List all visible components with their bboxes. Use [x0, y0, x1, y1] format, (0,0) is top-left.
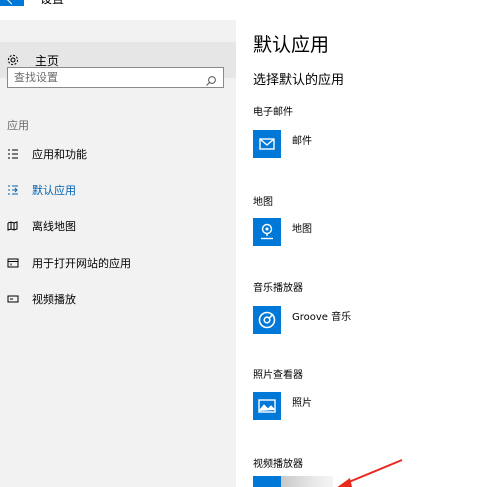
group-label-email: 电子邮件 — [253, 107, 293, 118]
sidebar-item-label: 用于打开网站的应用 — [32, 257, 131, 270]
sidebar-item-label: 视频播放 — [32, 293, 76, 306]
default-video-app[interactable] — [253, 476, 333, 487]
default-music-app[interactable]: Groove 音乐 — [253, 306, 351, 334]
groove-music-icon — [253, 306, 281, 334]
gear-icon — [7, 54, 19, 66]
app-name: 地图 — [292, 224, 312, 235]
annotation-arrow — [337, 459, 403, 487]
sidebar-item-label: 应用和功能 — [32, 148, 87, 161]
map-pin-icon — [253, 218, 281, 246]
title-bar: 设置 — [0, 0, 500, 6]
group-label-photo-viewer: 照片查看器 — [253, 370, 303, 381]
video-icon — [7, 293, 19, 305]
default-maps-app[interactable]: 地图 — [253, 218, 312, 246]
offline-map-icon — [7, 220, 19, 232]
mail-icon — [253, 130, 281, 158]
sidebar-item-apps-features[interactable]: 应用和功能 — [0, 140, 236, 168]
default-apps-icon — [7, 184, 19, 196]
web-apps-icon — [7, 257, 19, 269]
app-name: 邮件 — [292, 136, 312, 147]
group-label-maps: 地图 — [253, 197, 273, 208]
window-title: 设置 — [40, 0, 64, 7]
back-button[interactable] — [0, 0, 24, 6]
sidebar-item-video-playback[interactable]: 视频播放 — [0, 285, 236, 313]
home-label: 主页 — [35, 53, 60, 68]
search-box[interactable] — [7, 67, 224, 88]
app-name: Groove 音乐 — [292, 312, 352, 323]
app-name: 照片 — [292, 398, 312, 409]
page-title: 默认应用 — [253, 34, 330, 56]
search-input[interactable] — [14, 71, 205, 84]
group-label-music-player: 音乐播放器 — [253, 283, 303, 294]
list-icon — [7, 148, 19, 160]
sidebar-item-default-apps[interactable]: 默认应用 — [0, 176, 236, 204]
search-icon[interactable] — [205, 72, 217, 86]
photos-icon — [253, 392, 281, 420]
group-label-video-player: 视频播放器 — [253, 459, 303, 470]
page-subtitle: 选择默认的应用 — [253, 73, 345, 88]
sidebar-item-apps-for-websites[interactable]: 用于打开网站的应用 — [0, 249, 236, 277]
sidebar-item-label: 离线地图 — [32, 220, 76, 233]
section-label-apps: 应用 — [7, 119, 29, 132]
default-email-app[interactable]: 邮件 — [253, 130, 312, 158]
sidebar-item-offline-maps[interactable]: 离线地图 — [0, 212, 236, 240]
default-photos-app[interactable]: 照片 — [253, 392, 312, 420]
sidebar-item-label: 默认应用 — [32, 184, 76, 197]
